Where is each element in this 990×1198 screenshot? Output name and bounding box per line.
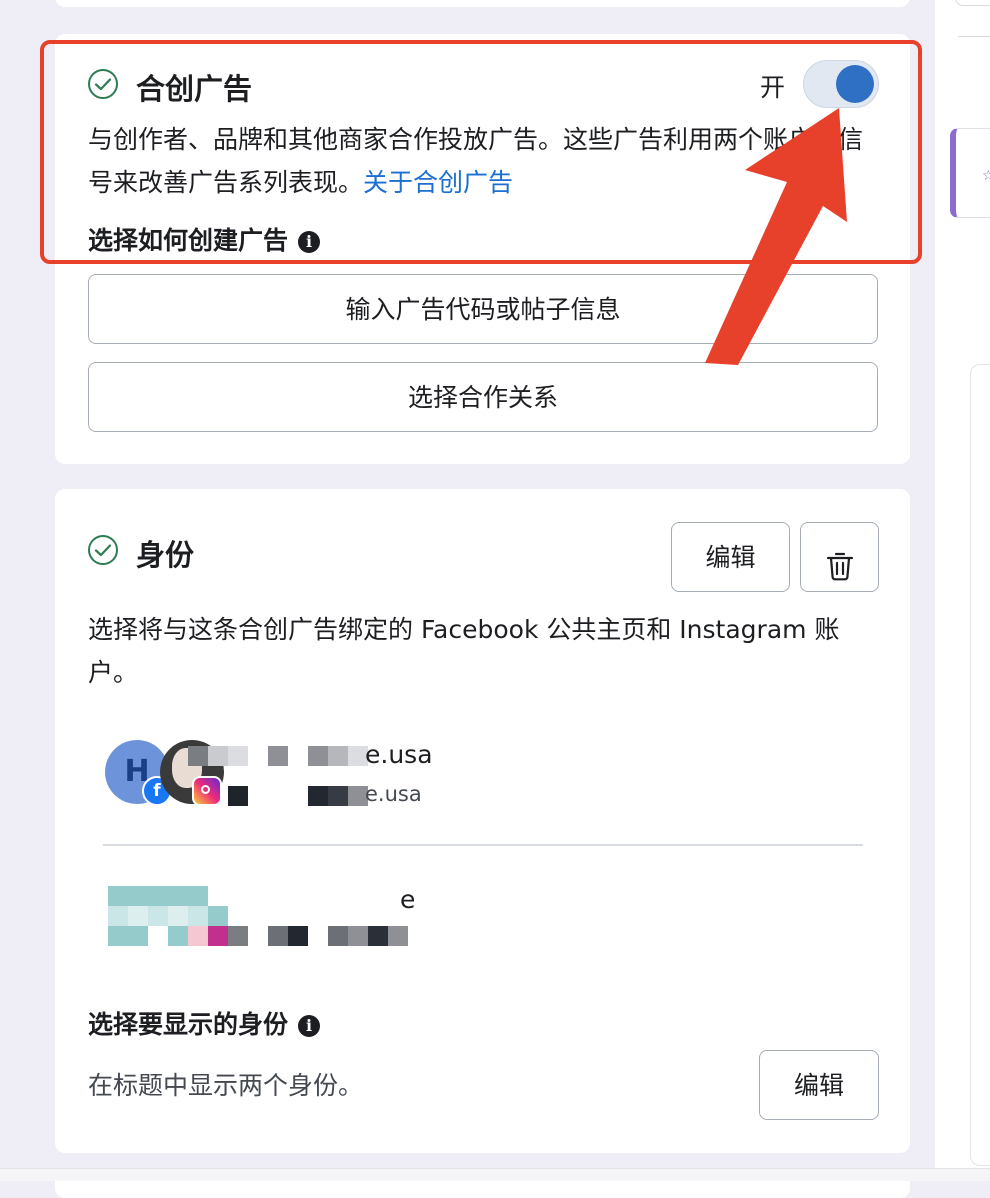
collab-ads-toggle[interactable] xyxy=(803,60,879,108)
right-top-control[interactable] xyxy=(955,0,990,6)
right-divider xyxy=(958,36,990,37)
previous-card xyxy=(55,0,910,7)
toggle-knob xyxy=(836,65,874,103)
learn-more-link[interactable]: 关于合创广告 xyxy=(363,168,513,197)
display-identity-heading: 选择要显示的身份 i xyxy=(88,1005,321,1041)
display-identity-label: 选择要显示的身份 xyxy=(88,1010,289,1039)
collab-ads-description: 与创作者、品牌和其他商家合作投放广告。这些广告利用两个账户的信号来改善广告系列表… xyxy=(88,118,878,204)
account-name: e.usa xyxy=(365,740,433,769)
identity-description: 选择将与这条合创广告绑定的 Facebook 公共主页和 Instagram 账… xyxy=(88,615,840,687)
account-handle: e.usa xyxy=(365,782,422,806)
info-icon[interactable]: i xyxy=(298,1015,321,1037)
toggle-label: 开 xyxy=(760,73,786,102)
bottom-edge xyxy=(0,1168,990,1181)
check-circle-icon xyxy=(88,69,118,99)
display-identity-description: 在标题中显示两个身份。 xyxy=(88,1071,364,1100)
enter-ad-code-button[interactable]: 输入广告代码或帖子信息 xyxy=(88,274,878,344)
account-name: e xyxy=(400,885,416,914)
display-identity-edit-button[interactable]: 编辑 xyxy=(759,1050,879,1120)
create-method-label: 选择如何创建广告 xyxy=(88,226,289,255)
identity-edit-button[interactable]: 编辑 xyxy=(671,522,790,592)
right-preview-panel xyxy=(970,364,990,1166)
create-method-heading: 选择如何创建广告 i xyxy=(88,221,321,257)
instagram-icon xyxy=(192,776,222,806)
identity-title: 身份 xyxy=(136,538,195,572)
trash-icon xyxy=(826,552,853,580)
star-icon: ☆ xyxy=(982,168,990,184)
choose-partnership-button[interactable]: 选择合作关系 xyxy=(88,362,878,432)
delete-identity-button[interactable] xyxy=(800,522,879,592)
collab-ads-title: 合创广告 xyxy=(136,72,253,106)
account-divider xyxy=(103,844,863,846)
info-icon[interactable]: i xyxy=(298,231,321,253)
check-circle-icon xyxy=(88,535,118,565)
